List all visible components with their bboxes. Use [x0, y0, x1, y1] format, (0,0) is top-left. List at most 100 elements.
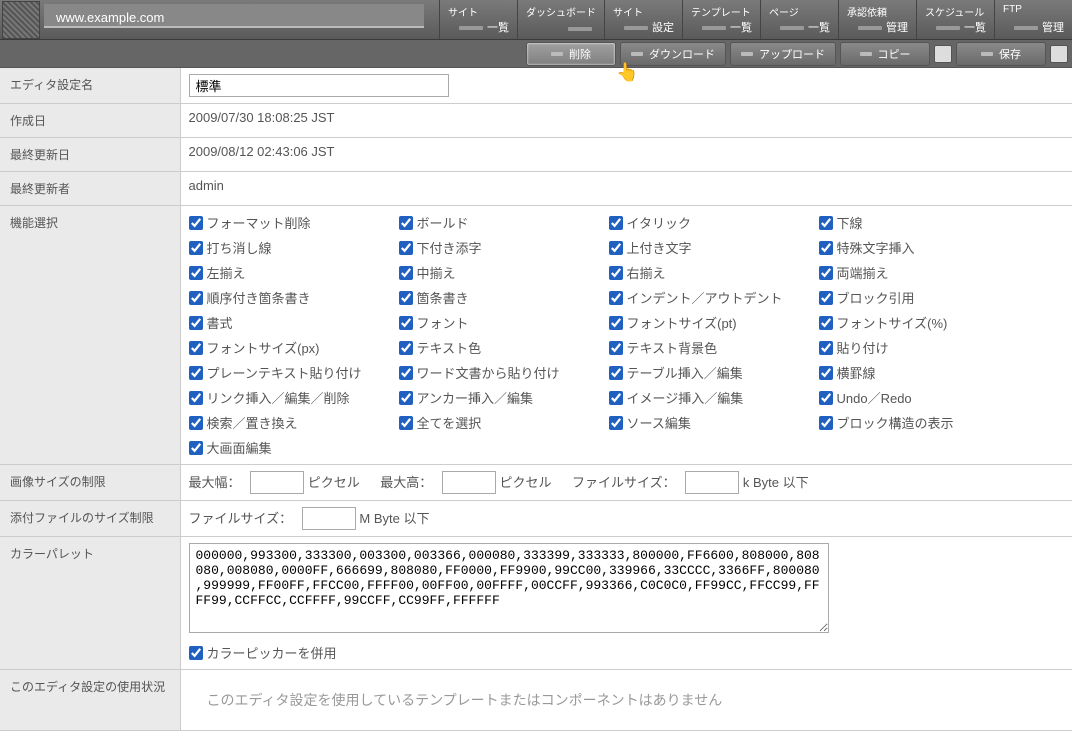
color-picker-checkbox[interactable]: [189, 646, 203, 660]
feature-label: フォントサイズ(px): [207, 338, 320, 357]
feature-item: テキスト色: [399, 337, 609, 358]
feature-checkbox[interactable]: [819, 316, 833, 330]
feature-checkbox[interactable]: [609, 391, 623, 405]
feature-checkbox[interactable]: [819, 341, 833, 355]
delete-button[interactable]: 削除: [526, 42, 616, 66]
feature-checkbox[interactable]: [399, 366, 413, 380]
feature-item: 大画面編集: [189, 437, 399, 458]
feature-item: 中揃え: [399, 262, 609, 283]
nav-tab-0[interactable]: サイト一覧: [439, 0, 517, 39]
feature-label: イタリック: [627, 213, 691, 232]
palette-textarea[interactable]: [189, 543, 829, 633]
feature-checkbox[interactable]: [609, 266, 623, 280]
feature-checkbox[interactable]: [609, 241, 623, 255]
logo-icon[interactable]: [2, 1, 40, 39]
feature-label: プレーンテキスト貼り付け: [207, 363, 362, 382]
feature-item: 上付き文字: [609, 237, 819, 258]
nav-tab-4[interactable]: ページ一覧: [760, 0, 838, 39]
feature-label: インデント／アウトデント: [627, 288, 783, 307]
label-image-size: 画像サイズの制限: [0, 465, 180, 501]
feature-checkbox[interactable]: [189, 241, 203, 255]
feature-checkbox[interactable]: [189, 341, 203, 355]
feature-checkbox[interactable]: [609, 366, 623, 380]
feature-label: 順序付き箇条書き: [207, 288, 311, 307]
feature-label: 上付き文字: [627, 238, 692, 257]
feature-label: フォーマット削除: [207, 213, 311, 232]
save-button[interactable]: 保存: [956, 42, 1046, 66]
feature-label: ブロック構造の表示: [837, 413, 954, 432]
upload-button[interactable]: アップロード: [730, 42, 836, 66]
nav-tab-2[interactable]: サイト設定: [604, 0, 682, 39]
feature-label: 右揃え: [627, 263, 666, 282]
max-height-input[interactable]: [442, 471, 496, 494]
feature-checkbox[interactable]: [819, 391, 833, 405]
feature-checkbox[interactable]: [189, 316, 203, 330]
feature-label: ソース編集: [627, 413, 691, 432]
feature-checkbox[interactable]: [189, 441, 203, 455]
feature-checkbox[interactable]: [399, 291, 413, 305]
feature-checkbox[interactable]: [819, 216, 833, 230]
feature-checkbox[interactable]: [189, 216, 203, 230]
copy-aux-icon[interactable]: [934, 45, 952, 63]
feature-checkbox[interactable]: [189, 366, 203, 380]
feature-checkbox[interactable]: [819, 291, 833, 305]
feature-checkbox[interactable]: [609, 216, 623, 230]
color-picker-label: カラーピッカーを併用: [207, 643, 337, 662]
feature-label: テキスト色: [417, 338, 482, 357]
feature-item: 横罫線: [819, 362, 1029, 383]
feature-checkbox[interactable]: [819, 241, 833, 255]
feature-checkbox[interactable]: [399, 241, 413, 255]
feature-checkbox[interactable]: [399, 391, 413, 405]
feature-checkbox[interactable]: [189, 266, 203, 280]
value-updater: admin: [180, 172, 1072, 206]
feature-label: 貼り付け: [837, 338, 889, 357]
feature-item: 順序付き箇条書き: [189, 287, 399, 308]
feature-label: 横罫線: [837, 363, 876, 382]
feature-checkbox[interactable]: [189, 391, 203, 405]
feature-checkbox[interactable]: [399, 416, 413, 430]
feature-checkbox[interactable]: [189, 416, 203, 430]
feature-item: 特殊文字挿入: [819, 237, 1029, 258]
nav-tab-1[interactable]: ダッシュボード: [517, 0, 604, 39]
feature-checkbox[interactable]: [609, 291, 623, 305]
editor-name-input[interactable]: [189, 74, 449, 97]
feature-checkbox[interactable]: [399, 266, 413, 280]
save-aux-icon[interactable]: [1050, 45, 1068, 63]
feature-label: アンカー挿入／編集: [417, 388, 533, 407]
feature-checkbox[interactable]: [819, 416, 833, 430]
feature-item: イタリック: [609, 212, 819, 233]
feature-item: テキスト背景色: [609, 337, 819, 358]
nav-tab-7[interactable]: FTP管理: [994, 0, 1072, 39]
label-editor-name: エディタ設定名: [0, 68, 180, 104]
label-updater: 最終更新者: [0, 172, 180, 206]
nav-tab-6[interactable]: スケジュール一覧: [916, 0, 994, 39]
feature-label: 中揃え: [417, 263, 456, 282]
feature-checkbox[interactable]: [399, 216, 413, 230]
copy-button[interactable]: コピー: [840, 42, 930, 66]
feature-checkbox[interactable]: [609, 416, 623, 430]
feature-checkbox[interactable]: [399, 341, 413, 355]
site-url[interactable]: www.example.com: [44, 4, 424, 28]
feature-label: 両端揃え: [837, 263, 889, 282]
max-width-input[interactable]: [250, 471, 304, 494]
nav-tab-5[interactable]: 承認依頼管理: [838, 0, 916, 39]
nav-tab-3[interactable]: テンプレート一覧: [682, 0, 760, 39]
feature-checkbox[interactable]: [189, 291, 203, 305]
feature-checkbox[interactable]: [399, 316, 413, 330]
download-button[interactable]: ダウンロード: [620, 42, 726, 66]
feature-checkbox[interactable]: [609, 341, 623, 355]
img-filesize-input[interactable]: [685, 471, 739, 494]
feature-item: 検索／置き換え: [189, 412, 399, 433]
feature-checkbox[interactable]: [819, 266, 833, 280]
feature-label: 特殊文字挿入: [837, 238, 915, 257]
feature-checkbox[interactable]: [819, 366, 833, 380]
feature-label: フォントサイズ(pt): [627, 313, 737, 332]
feature-item: ボールド: [399, 212, 609, 233]
attach-filesize-input[interactable]: [302, 507, 356, 530]
feature-label: テキスト背景色: [627, 338, 718, 357]
feature-item: ワード文書から貼り付け: [399, 362, 609, 383]
feature-label: テーブル挿入／編集: [627, 363, 743, 382]
feature-checkbox[interactable]: [609, 316, 623, 330]
feature-item: 左揃え: [189, 262, 399, 283]
feature-item: ブロック引用: [819, 287, 1029, 308]
